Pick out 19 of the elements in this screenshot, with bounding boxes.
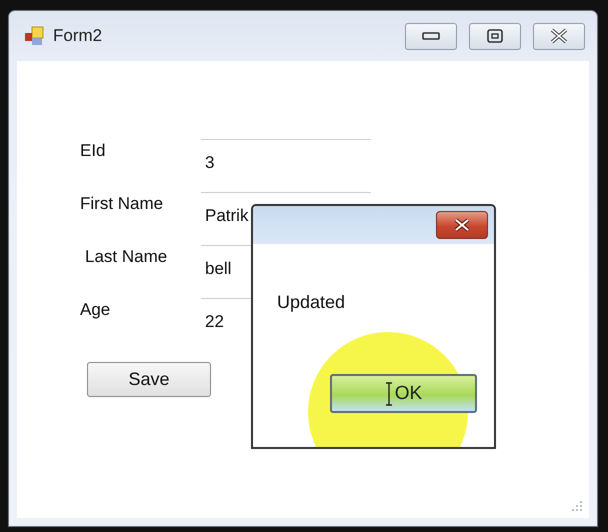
dialog-message: Updated [277,292,346,313]
field-label: First Name [80,193,164,215]
minimize-icon [421,31,441,41]
resize-grip-icon[interactable] [571,500,583,512]
close-icon [452,218,472,232]
save-button[interactable]: Save [87,362,211,397]
maximize-icon [486,28,504,44]
text-cursor-icon [384,382,393,406]
app-icon [23,25,45,47]
close-button[interactable] [436,211,488,239]
field-label: Age [80,299,112,321]
window-title: Form2 [53,26,104,46]
maximize-button[interactable] [469,22,521,50]
close-button[interactable] [533,22,585,50]
minimize-button[interactable] [405,22,457,50]
field-label: EId [80,140,107,162]
ok-button[interactable]: OK [330,374,477,413]
close-icon [548,28,570,44]
field-label: Last Name [84,246,168,268]
